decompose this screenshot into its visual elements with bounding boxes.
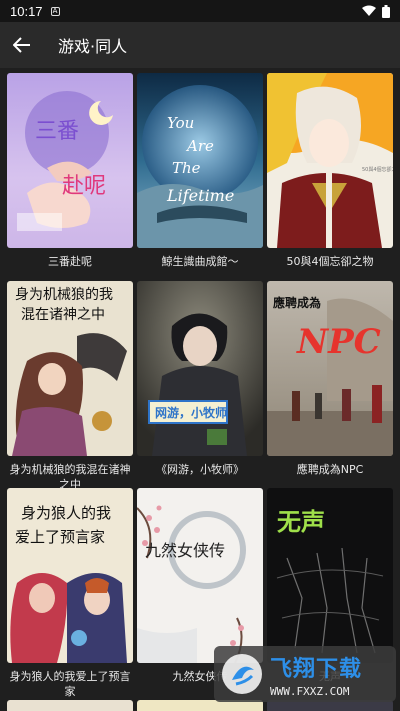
book-title: 身为狼人的我爱上了预言家 [9,670,131,698]
watermark: 飞翔下载 WWW.FXXZ.COM [214,646,396,702]
status-time: 10:17 [10,3,43,19]
watermark-url: WWW.FXXZ.COM [270,684,350,698]
book-title: 鯨生識曲成館〜 [161,255,239,268]
watermark-brand: 飞翔下载 [270,656,363,682]
page-title: 游戏·同人 [58,37,128,56]
svg-text:NPC: NPC [296,322,381,362]
app-bar: 游戏·同人 [0,22,400,68]
svg-text:50與4個忘卻之物: 50與4個忘卻之物 [362,166,393,173]
svg-text:无声: 无声 [277,508,325,536]
status-bar: 10:17 A [0,0,400,22]
book-grid: 三番 赴呢 三番赴呢 You Are The Lifetime 鯨生識曲成館〜 [0,68,400,711]
book-cover-partial[interactable] [7,700,133,711]
svg-text:身为机械狼的我: 身为机械狼的我 [15,287,113,303]
svg-text:混在诸神之中: 混在诸神之中 [21,307,105,323]
book-title: 三番赴呢 [48,255,92,268]
status-icons [362,4,390,18]
book-card[interactable]: You Are The Lifetime 鯨生識曲成館〜 [137,73,263,284]
battery-icon [382,4,390,18]
notification-icon: A [50,6,60,16]
book-title: 50與4個忘卻之物 [286,255,374,268]
book-cover: You Are The Lifetime [137,73,263,248]
book-card[interactable]: 身为狼人的我 爱上了预言家 身为狼人的我爱上了预言家 [7,488,133,699]
book-card[interactable]: 50與4個忘卻之物 50與4個忘卻之物 [267,73,393,284]
arrow-left-icon [13,37,30,53]
svg-text:九然女侠传: 九然女侠传 [145,541,225,560]
svg-text:赴呢: 赴呢 [62,174,106,199]
book-cover: 身为狼人的我 爱上了预言家 [7,488,133,663]
book-card[interactable]: 三番 赴呢 三番赴呢 [7,73,133,284]
book-cover: 无声 [267,488,393,663]
svg-text:應聘成為: 應聘成為 [273,295,321,310]
svg-text:网游，小牧师: 网游，小牧师 [155,405,227,420]
book-cover: 身为机械狼的我 混在诸神之中 [7,281,133,456]
cover-title-text: 三番 [35,119,79,144]
book-cover: 九然女侠传 [137,488,263,663]
book-card[interactable]: 應聘成為 NPC 應聘成為 NPC [267,281,393,492]
back-button[interactable] [0,22,44,68]
book-cover: 50與4個忘卻之物 [267,73,393,248]
svg-text:爱上了预言家: 爱上了预言家 [15,528,105,546]
svg-text:Are: Are [185,137,214,155]
book-cover: 网游，小牧师 [137,281,263,456]
svg-text:Lifetime: Lifetime [166,186,234,205]
svg-text:身为狼人的我: 身为狼人的我 [21,504,111,522]
svg-text:You: You [167,114,194,132]
book-card[interactable]: 网游，小牧师 《网游，小牧师》 [137,281,263,492]
fxxz-logo-icon [222,654,262,694]
wifi-icon [362,5,376,16]
book-card[interactable]: 身为机械狼的我 混在诸神之中 身为机械狼的我混在诸神之中 [7,281,133,492]
book-cover: 應聘成為 NPC [267,281,393,456]
svg-text:The: The [172,159,201,177]
book-cover: 三番 赴呢 [7,73,133,248]
